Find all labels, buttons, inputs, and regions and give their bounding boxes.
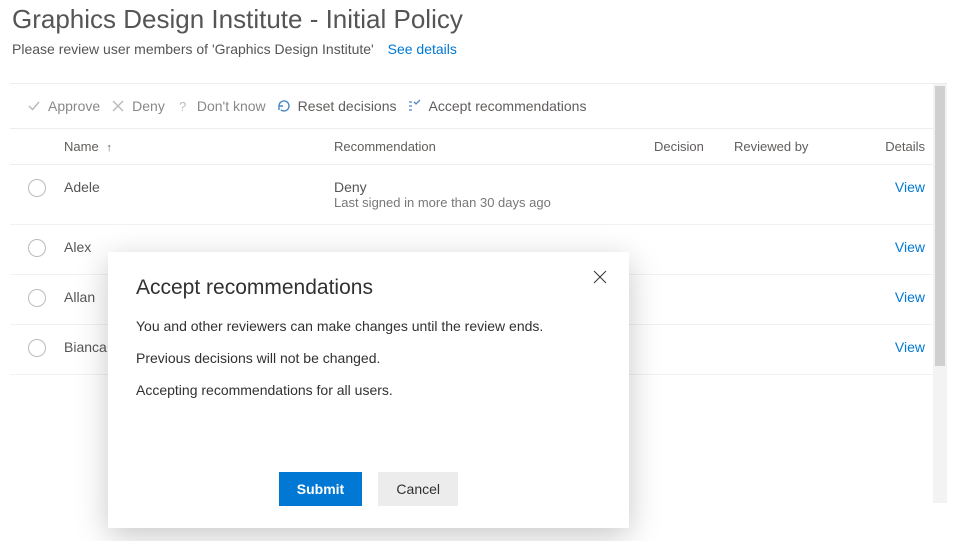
deny-button[interactable]: Deny — [110, 98, 165, 114]
column-reviewed-by[interactable]: Reviewed by — [734, 139, 844, 154]
check-icon — [26, 98, 42, 114]
page-subtitle: Please review user members of 'Graphics … — [12, 41, 374, 57]
column-recommendation[interactable]: Recommendation — [334, 139, 654, 154]
row-select-radio[interactable] — [28, 339, 46, 357]
refresh-icon — [276, 98, 292, 114]
view-link[interactable]: View — [895, 179, 925, 195]
svg-text:?: ? — [179, 99, 186, 113]
dialog-text-1: You and other reviewers can make changes… — [136, 318, 601, 334]
question-icon: ? — [175, 98, 191, 114]
dont-know-label: Don't know — [197, 98, 266, 114]
table-row: AdeleDenyLast signed in more than 30 day… — [10, 165, 947, 225]
cancel-button[interactable]: Cancel — [378, 472, 458, 506]
reset-decisions-button[interactable]: Reset decisions — [276, 98, 397, 114]
row-select-radio[interactable] — [28, 289, 46, 307]
accept-recommendations-dialog: Accept recommendations You and other rev… — [108, 252, 629, 528]
view-link[interactable]: View — [895, 239, 925, 255]
view-link[interactable]: View — [895, 339, 925, 355]
dialog-text-2: Previous decisions will not be changed. — [136, 350, 601, 366]
row-name: Adele — [64, 179, 334, 195]
approve-label: Approve — [48, 98, 100, 114]
column-name[interactable]: Name ↑ — [64, 139, 334, 154]
view-link[interactable]: View — [895, 289, 925, 305]
column-details: Details — [844, 139, 929, 154]
column-name-label: Name — [64, 139, 99, 154]
table-header: Name ↑ Recommendation Decision Reviewed … — [10, 129, 947, 165]
reset-label: Reset decisions — [298, 98, 397, 114]
submit-button[interactable]: Submit — [279, 472, 362, 506]
dialog-title: Accept recommendations — [136, 276, 601, 300]
page-title: Graphics Design Institute - Initial Poli… — [12, 4, 945, 35]
scrollbar-track[interactable] — [933, 84, 947, 503]
accept-rec-label: Accept recommendations — [429, 98, 587, 114]
row-select-radio[interactable] — [28, 239, 46, 257]
close-icon[interactable] — [593, 270, 607, 289]
list-check-icon — [407, 98, 423, 114]
see-details-link[interactable]: See details — [388, 41, 457, 57]
toolbar: Approve Deny ? Don't know Reset decision… — [10, 84, 947, 129]
dont-know-button[interactable]: ? Don't know — [175, 98, 266, 114]
dialog-text-3: Accepting recommendations for all users. — [136, 382, 601, 398]
row-select-radio[interactable] — [28, 179, 46, 197]
accept-recommendations-button[interactable]: Accept recommendations — [407, 98, 587, 114]
x-icon — [110, 98, 126, 114]
approve-button[interactable]: Approve — [26, 98, 100, 114]
deny-label: Deny — [132, 98, 165, 114]
scrollbar-thumb[interactable] — [935, 86, 945, 366]
row-recommendation: DenyLast signed in more than 30 days ago — [334, 179, 654, 210]
sort-asc-icon: ↑ — [106, 142, 112, 154]
column-decision[interactable]: Decision — [654, 139, 734, 154]
